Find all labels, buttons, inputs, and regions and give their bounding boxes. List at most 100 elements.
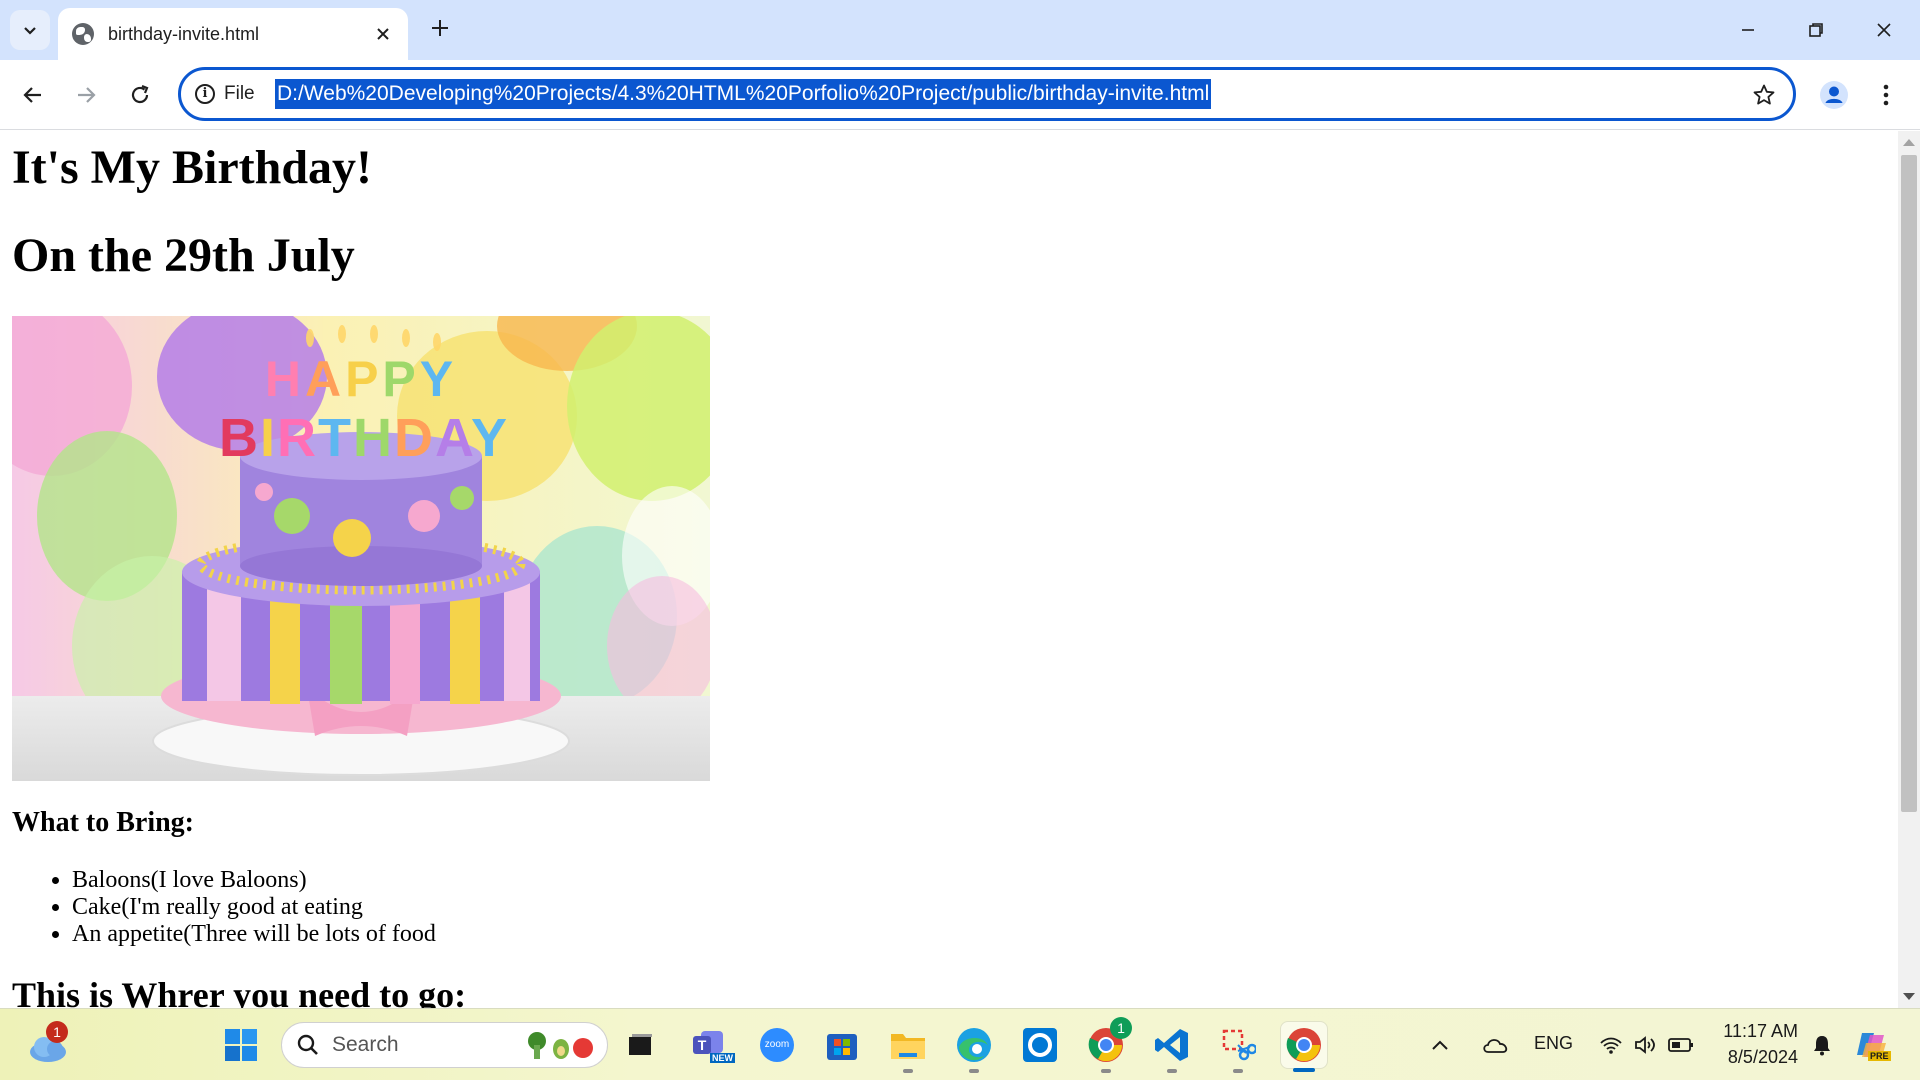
star-icon [1753, 84, 1775, 105]
forward-button[interactable] [66, 75, 106, 115]
avatar-icon [1820, 81, 1848, 109]
page-body: It's My Birthday! On the 29th July HAPPY… [0, 140, 1898, 1008]
folder-icon [891, 1034, 925, 1059]
vscode-icon [1155, 1029, 1188, 1061]
tab-search-button[interactable] [10, 10, 50, 50]
taskbar-teams[interactable]: T NEW [686, 1021, 735, 1069]
taskbar-edge[interactable] [950, 1021, 998, 1073]
arrow-left-icon [23, 87, 41, 103]
page-title: It's My Birthday! [12, 141, 372, 194]
onedrive-button[interactable] [1478, 1021, 1514, 1069]
list-item: An appetite(Three will be lots of food [72, 921, 1886, 948]
copilot-button[interactable]: PRE [1850, 1021, 1894, 1069]
language-indicator[interactable]: ENG [1534, 1033, 1573, 1054]
bookmark-button[interactable] [1745, 76, 1783, 114]
taskbar: 1 Search T NEW zoom 1 ENG 11:17 AM 8/5/2… [0, 1008, 1920, 1080]
chrome-badge: 1 [1110, 1017, 1132, 1039]
new-tab-button[interactable] [424, 14, 456, 46]
restore-icon [1809, 23, 1823, 37]
plus-icon [432, 20, 448, 36]
minimize-icon [1742, 29, 1754, 31]
info-icon: i [195, 84, 215, 104]
taskbar-snipping-tool[interactable] [1214, 1021, 1262, 1073]
weather-widget[interactable]: 1 [28, 1021, 70, 1065]
zoom-label: zoom [764, 1039, 790, 1050]
taskbar-task-view[interactable] [616, 1021, 664, 1069]
scroll-down-arrow-icon[interactable] [1903, 993, 1915, 1000]
scrollbar-thumb[interactable] [1901, 155, 1917, 812]
profile-button[interactable] [1814, 75, 1854, 115]
tab-strip: birthday-invite.html [0, 0, 1920, 60]
close-window-button[interactable] [1858, 10, 1910, 50]
store-icon [827, 1034, 857, 1060]
page-scrollbar[interactable] [1898, 131, 1920, 1008]
speaker-icon [1635, 1036, 1655, 1054]
site-info-label: File [224, 83, 255, 104]
back-button[interactable] [13, 75, 53, 115]
date-heading: On the 29th July [12, 229, 355, 282]
windows-icon [225, 1029, 257, 1061]
taskbar-chrome-beta[interactable]: 1 [1082, 1017, 1132, 1073]
weather-badge: 1 [46, 1021, 68, 1043]
address-bar[interactable]: i File D:/Web%20Developing%20Projects/4.… [178, 67, 1796, 121]
search-icon [297, 1034, 318, 1055]
taskbar-cortana[interactable] [1016, 1021, 1064, 1069]
directions-heading: This is Whrer you need to go: [12, 975, 467, 1008]
wifi-icon [1600, 1037, 1622, 1054]
bell-icon [1814, 1036, 1830, 1056]
copilot-pre-label: PRE [1868, 1051, 1891, 1061]
page-viewport: It's My Birthday! On the 29th July HAPPY… [0, 131, 1898, 1008]
taskbar-chrome[interactable] [1280, 1021, 1328, 1072]
arrow-right-icon [78, 87, 96, 103]
teams-new-label: NEW [710, 1053, 735, 1063]
cake-candles-text: HAPPY [265, 351, 457, 407]
chevron-down-icon [24, 27, 36, 35]
restore-button[interactable] [1790, 10, 1842, 50]
browser-menu-button[interactable] [1866, 75, 1906, 115]
url-text[interactable]: D:/Web%20Developing%20Projects/4.3%20HTM… [275, 79, 1212, 109]
clock-date[interactable]: 8/5/2024 [1720, 1047, 1798, 1068]
search-placeholder: Search [332, 1033, 399, 1056]
bring-list: Baloons(I love Baloons) Cake(I'm really … [12, 867, 1886, 948]
minimize-button[interactable] [1722, 10, 1774, 50]
taskbar-store[interactable] [818, 1021, 866, 1069]
taskbar-zoom[interactable]: zoom [753, 1021, 801, 1069]
taskbar-file-explorer[interactable] [884, 1021, 932, 1073]
onedrive-cloud-icon [1483, 1039, 1508, 1053]
cortana-icon [1023, 1028, 1057, 1062]
chevron-up-icon [1432, 1040, 1448, 1050]
svg-text:BIRTHDAY: BIRTHDAY [219, 408, 509, 468]
list-item: Cake(I'm really good at eating [72, 894, 1886, 921]
list-item: Baloons(I love Baloons) [72, 867, 1886, 894]
site-info-chip[interactable]: i File [195, 80, 255, 108]
edge-icon [957, 1028, 991, 1062]
clock-time[interactable]: 11:17 AM [1720, 1021, 1798, 1042]
tray-overflow-button[interactable] [1424, 1021, 1456, 1069]
browser-toolbar: i File D:/Web%20Developing%20Projects/4.… [0, 60, 1920, 130]
what-to-bring-heading: What to Bring: [12, 807, 194, 838]
tab-active[interactable]: birthday-invite.html [58, 8, 408, 60]
taskbar-vscode[interactable] [1148, 1021, 1196, 1073]
scroll-up-arrow-icon[interactable] [1903, 139, 1915, 146]
vegetables-icon [528, 1032, 593, 1059]
close-icon [1877, 23, 1891, 37]
tab-close-button[interactable] [370, 21, 396, 47]
tab-title: birthday-invite.html [108, 23, 260, 44]
svg-text:T: T [698, 1037, 707, 1053]
reload-button[interactable] [120, 75, 160, 115]
notifications-button[interactable] [1806, 1021, 1838, 1069]
battery-button[interactable] [1664, 1021, 1698, 1069]
task-view-icon [629, 1034, 652, 1055]
reload-icon [131, 84, 149, 104]
volume-button[interactable] [1628, 1021, 1662, 1069]
birthday-cake-image: HAPPY BIRTHDAY [12, 316, 710, 781]
scissors-icon [1222, 1029, 1256, 1061]
wifi-button[interactable] [1594, 1021, 1628, 1069]
close-icon [377, 28, 389, 40]
battery-icon [1668, 1038, 1693, 1052]
globe-icon [72, 23, 94, 45]
chrome-icon [1286, 1028, 1321, 1062]
taskbar-search[interactable]: Search [281, 1022, 608, 1068]
start-button[interactable] [217, 1021, 265, 1069]
more-vert-icon [1883, 84, 1889, 106]
